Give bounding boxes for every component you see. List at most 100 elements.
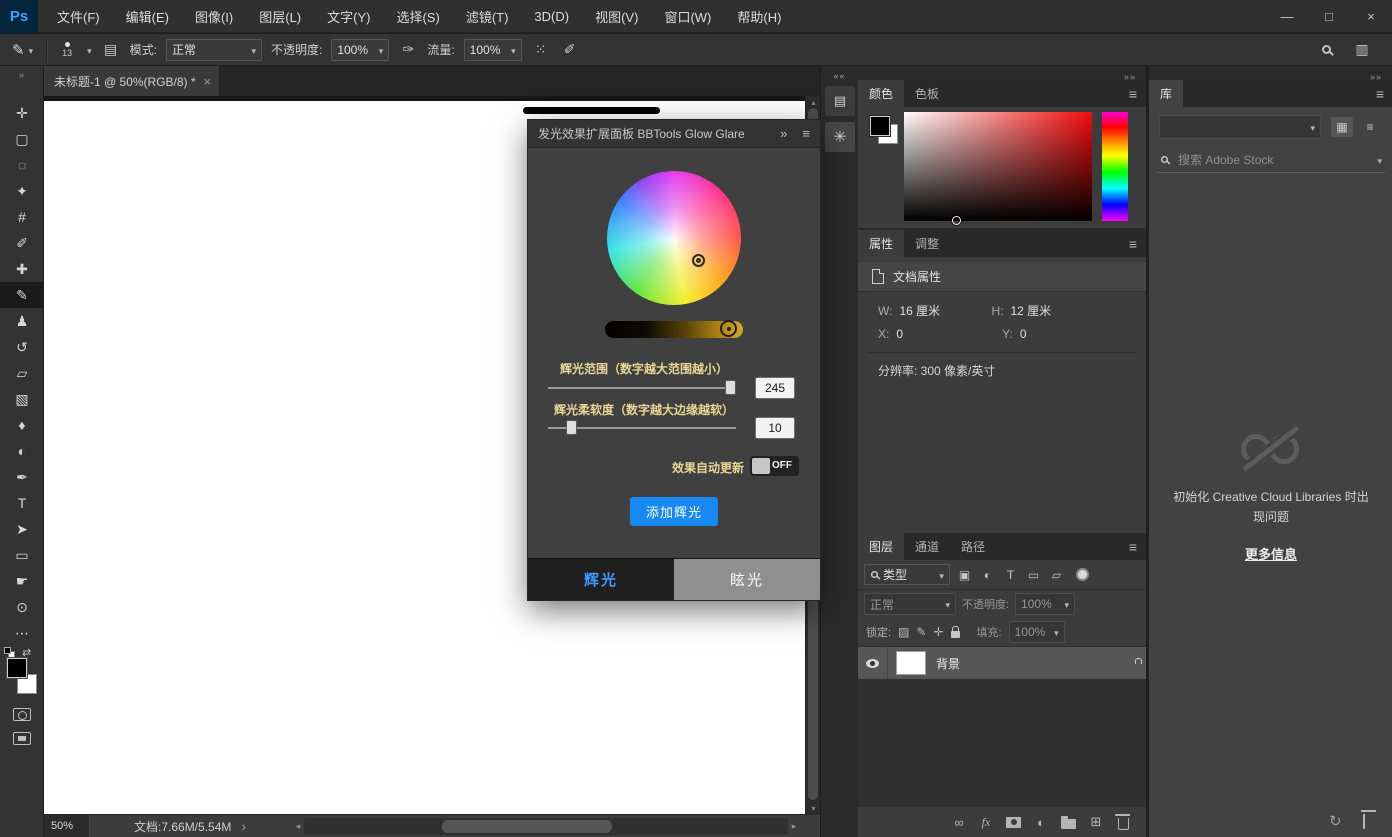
height-value[interactable]: 12 厘米 xyxy=(1010,304,1051,318)
smoothing-icon[interactable]: ✐ xyxy=(560,38,580,62)
scroll-left-icon[interactable] xyxy=(292,818,304,835)
close-button[interactable]: × xyxy=(1350,0,1392,33)
menu-view[interactable]: 视图(V) xyxy=(582,0,651,32)
delete-layer-icon[interactable] xyxy=(1116,814,1130,830)
tool-preset-picker[interactable]: ✎ xyxy=(8,37,37,63)
add-glow-button[interactable]: 添加辉光 xyxy=(630,497,718,526)
glow-range-value[interactable]: 245 xyxy=(755,377,795,399)
filter-shape-layers-icon[interactable]: ▭ xyxy=(1022,564,1045,585)
lock-position-icon[interactable]: ✛ xyxy=(933,626,943,638)
layer-group-icon[interactable] xyxy=(1061,816,1076,829)
saturation-brightness-field[interactable] xyxy=(904,112,1092,221)
menu-file[interactable]: 文件(F) xyxy=(44,0,113,32)
auto-update-toggle[interactable]: OFF xyxy=(750,456,799,476)
tool-brush[interactable]: ✎ xyxy=(0,282,44,308)
tab-adjustments[interactable]: 调整 xyxy=(904,230,950,257)
dock-symmetry-icon[interactable]: ✳ xyxy=(825,122,855,152)
filter-adjustment-layers-icon[interactable]: ◐ xyxy=(976,564,999,585)
horizontal-scrollbar-thumb[interactable] xyxy=(442,820,612,833)
lock-transparency-icon[interactable]: ▨ xyxy=(898,626,909,638)
layer-name[interactable]: 背景 xyxy=(936,655,960,672)
width-value[interactable]: 16 厘米 xyxy=(899,304,940,318)
lock-all-icon[interactable] xyxy=(951,631,960,638)
tab-swatches[interactable]: 色板 xyxy=(904,80,950,107)
zoom-level-field[interactable]: 50% xyxy=(44,815,90,837)
collapse-panel-icon[interactable]: » xyxy=(780,126,787,141)
tool-eraser[interactable]: ▱ xyxy=(0,360,44,386)
layer-visibility-cell[interactable] xyxy=(858,647,888,679)
tab-glow[interactable]: 辉光 xyxy=(528,559,674,600)
tool-clone-stamp[interactable]: ♟ xyxy=(0,308,44,334)
color-field-cursor[interactable] xyxy=(952,216,961,225)
tool-eyedropper[interactable]: ✐ xyxy=(0,230,44,256)
library-select[interactable] xyxy=(1159,115,1321,139)
screen-mode-button[interactable] xyxy=(13,732,31,745)
glow-plugin-header[interactable]: 发光效果扩展面板 BBTools Glow Glare » ≡ xyxy=(528,120,820,148)
workspace-switcher-icon[interactable]: ▥ xyxy=(1352,38,1372,62)
toolbar-collapse-icon[interactable] xyxy=(0,68,43,82)
expand-panels-icon[interactable] xyxy=(821,69,858,83)
tool-path-select[interactable]: ➤ xyxy=(0,516,44,542)
tool-more[interactable]: ⋯ xyxy=(0,620,44,646)
layer-fill-select[interactable]: 100% xyxy=(1009,621,1065,643)
tool-move[interactable]: ✛ xyxy=(0,100,44,126)
panel-menu-icon[interactable] xyxy=(1129,86,1137,102)
tab-libraries[interactable]: 库 xyxy=(1149,80,1183,107)
tool-healing-brush[interactable]: ✚ xyxy=(0,256,44,282)
blend-mode-select[interactable]: 正常 xyxy=(166,39,262,61)
menu-image[interactable]: 图像(I) xyxy=(182,0,246,32)
foreground-color-swatch[interactable] xyxy=(870,116,890,136)
panel-menu-icon[interactable]: ≡ xyxy=(802,126,810,141)
document-tab[interactable]: 未标题-1 @ 50%(RGB/8) * × xyxy=(44,66,220,96)
status-popup-icon[interactable] xyxy=(241,818,246,834)
tool-history-brush[interactable]: ↺ xyxy=(0,334,44,360)
lock-pixels-icon[interactable]: ✎ xyxy=(916,626,926,638)
search-icon[interactable] xyxy=(1316,38,1336,62)
panel-menu-icon[interactable] xyxy=(1376,86,1384,102)
filter-smart-objects-icon[interactable]: ▱ xyxy=(1045,564,1068,585)
pressure-opacity-icon[interactable]: ✑ xyxy=(398,38,418,62)
new-layer-icon[interactable]: ⊞ xyxy=(1089,814,1103,830)
tool-pen[interactable]: ✒ xyxy=(0,464,44,490)
horizontal-scrollbar[interactable] xyxy=(292,818,800,835)
tab-glare[interactable]: 眩光 xyxy=(674,559,820,600)
menu-type[interactable]: 文字(Y) xyxy=(314,0,383,32)
menu-layer[interactable]: 图层(L) xyxy=(246,0,314,32)
scroll-right-icon[interactable] xyxy=(788,818,800,835)
chevron-down-icon[interactable] xyxy=(87,43,92,57)
tab-channels[interactable]: 通道 xyxy=(904,533,950,560)
photoshop-logo[interactable]: Ps xyxy=(0,0,38,33)
opacity-select[interactable]: 100% xyxy=(331,39,389,61)
library-search-field[interactable]: 搜索 Adobe Stock xyxy=(1157,147,1385,173)
panel-menu-icon[interactable] xyxy=(1129,236,1137,252)
tool-quick-select[interactable]: ✦ xyxy=(0,178,44,204)
panel-menu-icon[interactable] xyxy=(1129,539,1137,555)
layer-opacity-select[interactable]: 100% xyxy=(1015,593,1075,615)
y-value[interactable]: 0 xyxy=(1020,327,1027,341)
x-value[interactable]: 0 xyxy=(896,327,903,341)
tab-layers[interactable]: 图层 xyxy=(858,533,904,560)
tab-color[interactable]: 颜色 xyxy=(858,80,904,107)
glow-color-wheel[interactable] xyxy=(607,171,741,305)
layer-row-background[interactable]: 背景 xyxy=(858,647,1146,679)
tool-hand[interactable]: ☛ xyxy=(0,568,44,594)
close-tab-icon[interactable]: × xyxy=(204,74,212,89)
brush-settings-panel-toggle[interactable]: ▤ xyxy=(101,38,121,62)
dock-brush-settings-icon[interactable]: ▤ xyxy=(825,86,855,116)
tool-blur[interactable]: ♦ xyxy=(0,412,44,438)
tool-type[interactable]: T xyxy=(0,490,44,516)
scroll-up-icon[interactable] xyxy=(806,96,821,108)
horizontal-scrollbar-track[interactable] xyxy=(304,818,788,835)
glow-softness-handle[interactable] xyxy=(566,420,577,435)
tool-marquee[interactable]: ▢ xyxy=(0,126,44,152)
airbrush-icon[interactable]: ⁙ xyxy=(531,38,551,62)
more-info-link[interactable]: 更多信息 xyxy=(1245,544,1297,563)
brush-size-picker[interactable]: 13 xyxy=(56,42,78,58)
tool-zoom[interactable]: ⊙ xyxy=(0,594,44,620)
tool-crop[interactable]: # xyxy=(0,204,44,230)
maximize-button[interactable]: □ xyxy=(1308,0,1350,33)
grid-view-icon[interactable]: ▦ xyxy=(1331,117,1353,137)
color-wheel-cursor[interactable] xyxy=(692,254,705,267)
layer-thumbnail[interactable] xyxy=(896,651,926,675)
glow-range-handle[interactable] xyxy=(725,380,736,395)
